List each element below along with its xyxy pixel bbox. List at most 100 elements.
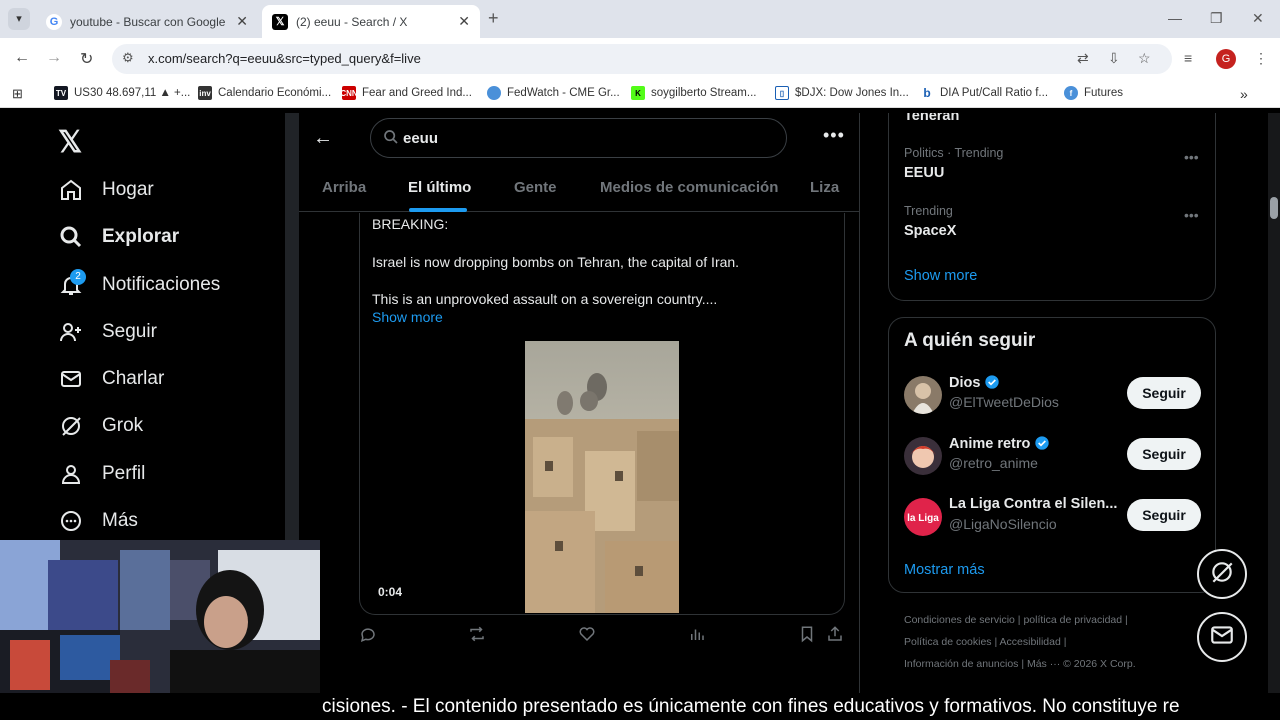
nav-profile[interactable]: Perfil xyxy=(58,461,145,487)
futures-icon: f xyxy=(1064,86,1078,100)
trend-more-icon[interactable]: ••• xyxy=(1184,149,1199,165)
bookmark-item[interactable]: FedWatch - CME Gr... xyxy=(487,86,620,100)
search-input[interactable]: eeuu xyxy=(370,118,787,158)
bookmark-item[interactable]: ▯ $DJX: Dow Jones In... xyxy=(775,86,909,100)
mail-icon xyxy=(1209,622,1235,653)
trend-category: Politics · Trending xyxy=(904,146,1004,160)
search-tabs: Arriba El último Gente Medios de comunic… xyxy=(299,165,860,212)
scrollbar-thumb[interactable] xyxy=(1270,197,1278,219)
google-icon: G xyxy=(46,13,62,30)
quoted-post[interactable]: BREAKING: Israel is now dropping bombs o… xyxy=(359,213,845,615)
nav-explore[interactable]: Explorar xyxy=(58,224,179,250)
trend-name[interactable]: Teherán xyxy=(904,113,959,124)
nav-follow[interactable]: Seguir xyxy=(58,319,157,345)
tab-search-button[interactable]: ▾ xyxy=(8,8,30,30)
reload-icon[interactable]: ↻ xyxy=(80,49,93,69)
tab-top[interactable]: Arriba xyxy=(322,179,366,196)
bookmark-item[interactable]: Ksoygilberto Stream... xyxy=(631,86,756,100)
trend-name[interactable]: SpaceX xyxy=(904,223,956,239)
media-control-icon[interactable]: ≡ xyxy=(1184,50,1192,66)
views-icon[interactable] xyxy=(688,625,706,648)
tab-media[interactable]: Medios de comunicación xyxy=(600,179,778,196)
avatar: la Liga xyxy=(904,498,942,536)
cnn-icon: CNN xyxy=(340,86,358,100)
follow-button[interactable]: Seguir xyxy=(1127,438,1201,470)
browser-tab-bar: ▾ G youtube - Buscar con Google ✕ 𝕏 (2) … xyxy=(0,0,1280,38)
reply-icon[interactable] xyxy=(359,625,377,648)
follow-suggestion[interactable]: la Liga La Liga Contra el Silen... @Liga… xyxy=(904,496,1204,540)
stream-ticker: cisiones. - El contenido presentado es ú… xyxy=(0,693,1280,720)
show-more-trends-link[interactable]: Show more xyxy=(904,268,977,284)
tab-people[interactable]: Gente xyxy=(514,179,557,196)
investing-icon: inv xyxy=(198,86,212,100)
follow-suggestion[interactable]: Anime retro @retro_anime Seguir xyxy=(904,435,1204,479)
follow-button[interactable]: Seguir xyxy=(1127,377,1201,409)
trend-more-icon[interactable]: ••• xyxy=(1184,207,1199,223)
account-handle: @retro_anime xyxy=(949,455,1038,471)
nav-home[interactable]: Hogar xyxy=(58,177,154,203)
bookmark-item[interactable]: CNN Fear and Greed Ind... xyxy=(340,86,472,100)
install-icon[interactable]: ⇩ xyxy=(1108,50,1120,67)
back-arrow-icon[interactable]: ← xyxy=(313,127,333,150)
chrome-menu-icon[interactable]: ⋮ xyxy=(1254,50,1268,67)
account-name: Anime retro xyxy=(949,435,1050,455)
more-bookmarks-icon[interactable]: » xyxy=(1240,86,1248,102)
show-more-link[interactable]: Show more xyxy=(372,309,443,325)
globe-icon xyxy=(487,86,501,100)
show-more-follow-link[interactable]: Mostrar más xyxy=(904,562,985,578)
barchart-icon: ▯ xyxy=(775,86,789,100)
account-name: La Liga Contra el Silen... xyxy=(949,496,1118,512)
nav-more[interactable]: Más xyxy=(58,508,138,534)
footer-links[interactable]: Política de cookies | Accesibilidad | xyxy=(904,636,1066,648)
apps-grid-icon[interactable]: ⊞ xyxy=(12,86,23,102)
restore-button[interactable]: ❐ xyxy=(1210,10,1223,27)
close-tab-icon[interactable]: ✕ xyxy=(236,13,248,30)
notification-badge: 2 xyxy=(70,269,86,285)
tab-latest[interactable]: El último xyxy=(408,179,471,196)
x-logo-icon: 𝕏 xyxy=(272,13,288,30)
post-actions xyxy=(299,623,860,649)
messages-fab[interactable] xyxy=(1197,612,1247,662)
site-settings-icon[interactable]: ⚙ xyxy=(122,50,134,66)
repost-icon[interactable] xyxy=(468,625,486,648)
back-arrow-icon[interactable]: ← xyxy=(14,49,30,67)
minimize-button[interactable]: — xyxy=(1168,10,1182,26)
nav-grok[interactable]: Grok xyxy=(58,413,143,439)
verified-badge-icon xyxy=(1034,435,1050,455)
follow-icon xyxy=(58,319,84,345)
grok-fab[interactable] xyxy=(1197,549,1247,599)
profile-avatar[interactable]: G xyxy=(1216,49,1236,69)
close-tab-icon[interactable]: ✕ xyxy=(458,13,470,30)
nav-chat[interactable]: Charlar xyxy=(58,366,164,392)
browser-toolbar: ← → ↻ ⚙ x.com/search?q=eeuu&src=typed_qu… xyxy=(0,38,1280,80)
bookmark-item[interactable]: f Futures xyxy=(1064,86,1123,100)
more-options-icon[interactable]: ••• xyxy=(823,125,845,146)
follow-button[interactable]: Seguir xyxy=(1127,499,1201,531)
avatar xyxy=(904,376,942,414)
like-icon[interactable] xyxy=(578,625,596,648)
bookmark-item[interactable]: b DIA Put/Call Ratio f... xyxy=(920,86,1048,100)
follow-suggestion[interactable]: Dios @ElTweetDeDios Seguir xyxy=(904,374,1204,418)
bookmark-star-icon[interactable]: ☆ xyxy=(1138,50,1151,67)
browser-tab-google[interactable]: G youtube - Buscar con Google ✕ xyxy=(36,5,258,38)
bookmark-item[interactable]: TV US30 48.697,11 ▲ +... xyxy=(54,86,190,100)
bookmarks-bar: ⊞ TV US30 48.697,11 ▲ +... inv Calendario … xyxy=(0,80,1280,108)
video-duration: 0:04 xyxy=(378,585,403,599)
video-thumbnail[interactable] xyxy=(525,341,679,613)
translate-icon[interactable]: ⇄ xyxy=(1077,50,1089,67)
close-window-button[interactable]: ✕ xyxy=(1252,10,1264,27)
forward-arrow-icon[interactable]: → xyxy=(46,49,62,67)
x-logo-icon[interactable]: 𝕏 xyxy=(58,125,82,160)
account-handle: @LigaNoSilencio xyxy=(949,516,1057,532)
tab-lists[interactable]: Liza xyxy=(810,179,839,196)
bookmark-icon[interactable] xyxy=(798,625,816,648)
post-text: BREAKING: xyxy=(372,216,449,232)
footer-links[interactable]: Condiciones de servicio | política de pr… xyxy=(904,614,1128,626)
browser-tab-x[interactable]: 𝕏 (2) eeuu - Search / X ✕ xyxy=(262,5,480,38)
address-bar[interactable]: ⚙ x.com/search?q=eeuu&src=typed_query&f=… xyxy=(112,44,1172,74)
trend-name[interactable]: EEUU xyxy=(904,165,944,181)
share-icon[interactable] xyxy=(826,625,844,648)
bookmark-item[interactable]: inv Calendario Económi... xyxy=(198,86,331,100)
new-tab-button[interactable]: + xyxy=(488,8,499,29)
footer-links[interactable]: Información de anuncios | Más ··· © 2026… xyxy=(904,658,1136,670)
